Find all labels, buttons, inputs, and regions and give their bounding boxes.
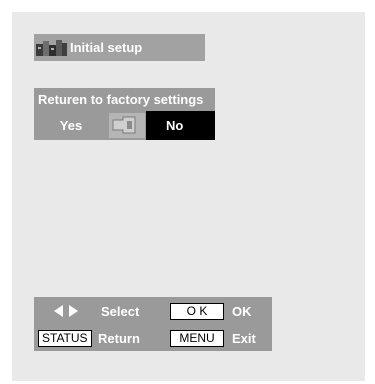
select-hint [54, 305, 78, 317]
status-key-wrap: STATUS [38, 330, 92, 347]
help-bar: Select O K OK STATUS Return MENU Exit [34, 297, 272, 351]
status-key[interactable]: STATUS [38, 330, 92, 347]
title-bar: Initial setup [34, 34, 205, 61]
no-option[interactable]: No [146, 111, 215, 140]
exit-label: Exit [232, 331, 256, 346]
menu-key-wrap: MENU [170, 330, 224, 347]
menu-key[interactable]: MENU [170, 330, 224, 347]
ok-label: OK [232, 304, 252, 319]
yes-option[interactable]: Yes [34, 111, 108, 140]
menu-options: Yes No [34, 111, 215, 140]
ok-key[interactable]: O K [170, 303, 224, 320]
ok-key-wrap: O K [170, 303, 224, 320]
setup-menu-icon [36, 39, 68, 57]
remote-hand-icon [108, 111, 146, 140]
return-label: Return [98, 331, 140, 346]
menu-header: Returen to factory settings [38, 92, 204, 107]
left-right-arrows-icon [54, 305, 78, 317]
factory-reset-menu: Returen to factory settings Yes No [34, 88, 215, 140]
select-label: Select [101, 304, 140, 319]
page-title: Initial setup [70, 40, 143, 55]
